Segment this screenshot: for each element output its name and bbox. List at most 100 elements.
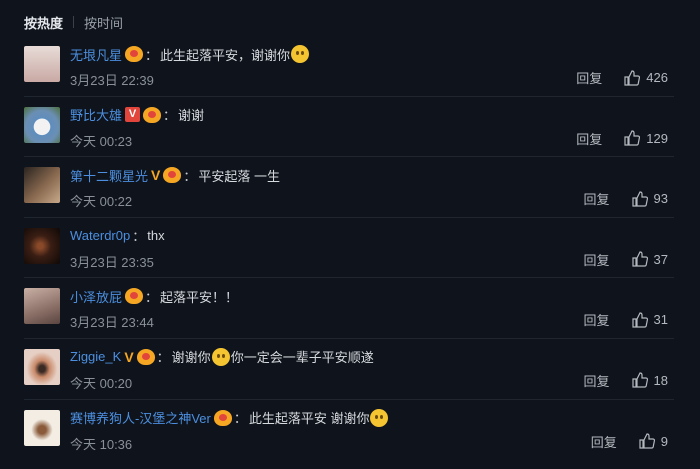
like-button[interactable]: 426 (624, 69, 668, 86)
comment-time: 3月23日 23:44 (70, 315, 154, 331)
thumbs-up-icon (624, 130, 641, 146)
comment-actions: 回复 37 (584, 250, 668, 269)
comment-item: 野比大雄 V ： 谢谢 今天 00:23 回复 129 (24, 97, 674, 158)
like-count: 31 (653, 312, 668, 328)
comment-actions: 回复 31 (584, 310, 668, 329)
fan-badge-icon (163, 167, 182, 184)
reply-button[interactable]: 回复 (584, 250, 610, 269)
comment-header: 野比大雄 V ： 谢谢 (70, 105, 204, 125)
reply-button[interactable]: 回复 (584, 310, 610, 329)
avatar[interactable] (24, 167, 60, 204)
tab-sort-by-time[interactable]: 按时间 (84, 13, 123, 32)
comment-item: 赛博养狗人-汉堡之神Ver ： 此生起落平安 谢谢你 今天 10:36 回复 9 (24, 400, 674, 461)
fan-badge-icon (213, 409, 232, 426)
thumbs-up-icon (624, 69, 641, 86)
comment-actions: 回复 426 (576, 68, 668, 87)
comment-actions: 回复 9 (591, 432, 668, 451)
thumbs-up-icon (639, 433, 655, 449)
comment-item: Waterdr0p ： thx 3月23日 23:35 回复 37 (24, 218, 674, 279)
like-button[interactable]: 93 (631, 191, 668, 207)
like-count: 37 (653, 251, 668, 267)
fan-badge-icon (125, 288, 144, 305)
avatar[interactable] (24, 227, 60, 264)
comment-item: Ziggie_K V ： 谢谢你 你一定会一辈子平安顺遂 今天 00:20 回复… (24, 339, 674, 400)
like-button[interactable]: 18 (631, 372, 668, 389)
fan-badge-icon (136, 348, 155, 365)
comment-header: 赛博养狗人-汉堡之神Ver ： 此生起落平安 谢谢你 (70, 408, 389, 428)
comment-header: 第十二颗星光 V ： 平安起落 一生 (70, 165, 280, 185)
colon: ： (145, 47, 159, 63)
username[interactable]: 第十二颗星光 (70, 166, 148, 185)
surprised-emoji-icon (370, 408, 389, 427)
avatar[interactable] (24, 348, 60, 385)
comment-item: 小泽放屁 ： 起落平安！！ 3月23日 23:44 回复 31 (24, 278, 674, 339)
comment-time: 今天 00:23 (70, 133, 133, 149)
tab-divider (73, 16, 75, 28)
reply-button[interactable]: 回复 (591, 432, 617, 451)
fan-badge-icon (125, 46, 144, 62)
username[interactable]: 无垠凡星 (70, 45, 122, 64)
like-button[interactable]: 129 (624, 130, 668, 146)
comment-header: 小泽放屁 ： 起落平安！！ (70, 286, 238, 306)
like-count: 9 (660, 433, 668, 449)
colon: ： (163, 108, 177, 124)
like-count: 426 (646, 70, 668, 85)
avatar[interactable] (24, 106, 60, 143)
crying-emoji-icon (291, 45, 310, 63)
username[interactable]: 小泽放屁 (70, 287, 122, 306)
like-button[interactable]: 9 (639, 433, 668, 449)
colon: ： (132, 229, 146, 245)
reply-button[interactable]: 回复 (576, 129, 602, 148)
comment-time: 今天 00:22 (70, 194, 133, 210)
username[interactable]: Waterdr0p (70, 228, 130, 243)
thumbs-up-icon (631, 372, 648, 389)
colon: ： (183, 168, 197, 184)
like-button[interactable]: 37 (631, 251, 668, 267)
comment-time: 今天 00:20 (70, 375, 133, 391)
like-count: 129 (646, 130, 668, 146)
reply-button[interactable]: 回复 (584, 189, 610, 208)
comment-text: 谢谢你 (171, 350, 211, 366)
comment-header: 无垠凡星 ： 此生起落平安，谢谢你 (70, 44, 310, 64)
reply-button[interactable]: 回复 (576, 68, 602, 87)
comment-time: 3月23日 22:39 (70, 73, 154, 88)
vip-badge-icon: V (125, 107, 141, 123)
comment-item: 无垠凡星 ： 此生起落平安，谢谢你 3月23日 22:39 回复 426 (24, 36, 674, 97)
colon: ： (156, 350, 170, 366)
like-button[interactable]: 31 (631, 312, 668, 328)
avatar[interactable] (24, 409, 60, 446)
thumbs-up-icon (631, 191, 648, 207)
comment-text: 平安起落 一生 (198, 168, 280, 184)
comment-header: Ziggie_K V ： 谢谢你 你一定会一辈子平安顺遂 (70, 347, 374, 367)
avatar[interactable] (24, 46, 60, 82)
comment-text-continued: 你一定会一辈子平安顺遂 (230, 350, 374, 366)
comment-actions: 回复 129 (576, 129, 668, 148)
vip-badge-icon: V (151, 167, 161, 184)
comment-actions: 回复 93 (584, 189, 668, 208)
comment-list: 无垠凡星 ： 此生起落平安，谢谢你 3月23日 22:39 回复 426 野比大… (0, 36, 700, 460)
username[interactable]: 野比大雄 (70, 105, 122, 124)
username[interactable]: Ziggie_K (70, 349, 121, 364)
username[interactable]: 赛博养狗人-汉堡之神Ver (70, 408, 211, 427)
thumbs-up-icon (631, 251, 648, 267)
comment-text: 此生起落平安 谢谢你 (248, 411, 370, 427)
avatar[interactable] (24, 288, 60, 325)
vip-badge-icon: V (124, 348, 134, 365)
comment-text: thx (147, 228, 165, 244)
comment-text: 此生起落平安，谢谢你 (160, 47, 291, 63)
comment-time: 3月23日 23:35 (70, 254, 154, 270)
comment-text: 谢谢 (178, 108, 205, 124)
fan-badge-icon (143, 106, 162, 123)
like-count: 93 (653, 191, 668, 207)
tab-sort-by-hot[interactable]: 按热度 (24, 13, 63, 32)
thumbs-up-icon (631, 312, 648, 328)
comment-text: 起落平安！！ (160, 289, 239, 305)
comment-actions: 回复 18 (584, 371, 668, 390)
comment-time: 今天 10:36 (70, 436, 133, 452)
comment-header: Waterdr0p ： thx (70, 226, 165, 246)
comment-item: 第十二颗星光 V ： 平安起落 一生 今天 00:22 回复 93 (24, 157, 674, 218)
crying-emoji-icon (211, 347, 230, 366)
reply-button[interactable]: 回复 (584, 371, 610, 390)
colon: ： (233, 411, 247, 427)
like-count: 18 (653, 372, 668, 388)
